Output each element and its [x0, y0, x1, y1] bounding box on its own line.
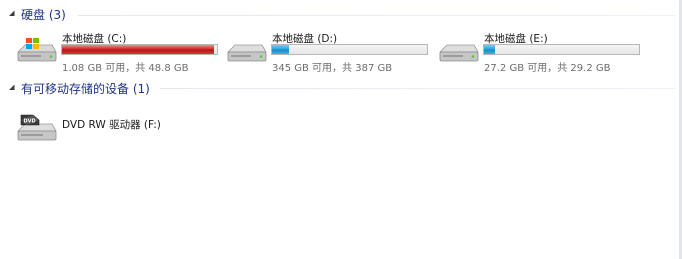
drive-c[interactable]: 本地磁盘 (C:) 1.08 GB 可用，共 48.8 GB	[15, 30, 220, 74]
drive-space-info: 345 GB 可用，共 387 GB	[272, 63, 393, 74]
drive-usage-bar	[483, 44, 640, 55]
drive-e[interactable]: 本地磁盘 (E:) 27.2 GB 可用，共 29.2 GB	[437, 30, 642, 74]
drive-f-dvd[interactable]: DVD DVD RW 驱动器 (F:)	[15, 105, 165, 149]
drive-usage-fill	[272, 45, 290, 54]
drive-usage-fill	[62, 45, 214, 54]
chevron-down-icon[interactable]	[7, 9, 17, 19]
drive-usage-fill	[484, 45, 495, 54]
group-title-removable: 有可移动存储的设备 (1)	[21, 81, 150, 96]
group-divider	[78, 15, 676, 16]
drive-space-info: 27.2 GB 可用，共 29.2 GB	[484, 63, 611, 74]
drive-d[interactable]: 本地磁盘 (D:) 345 GB 可用，共 387 GB	[225, 30, 430, 74]
windows-hard-drive-icon	[15, 36, 59, 66]
drive-name: DVD RW 驱动器 (F:)	[62, 119, 161, 131]
drive-usage-bar	[61, 44, 218, 55]
group-header-removable[interactable]: 有可移动存储的设备 (1)	[7, 80, 150, 96]
computer-window: 硬盘 (3) 本地磁盘 (C:) 1.08 GB 可用，共 48.8 GB 本地…	[0, 0, 682, 259]
drive-space-info: 1.08 GB 可用，共 48.8 GB	[62, 63, 189, 74]
drive-usage-bar	[271, 44, 428, 55]
dvd-drive-icon: DVD	[15, 111, 59, 141]
group-header-hard-disks[interactable]: 硬盘 (3)	[7, 6, 66, 22]
svg-text:DVD: DVD	[24, 119, 36, 125]
chevron-down-icon[interactable]	[7, 83, 17, 93]
hard-drive-icon	[225, 36, 269, 66]
group-title-hard-disks: 硬盘 (3)	[21, 7, 66, 22]
hard-drive-icon	[437, 36, 481, 66]
group-divider	[160, 88, 676, 89]
